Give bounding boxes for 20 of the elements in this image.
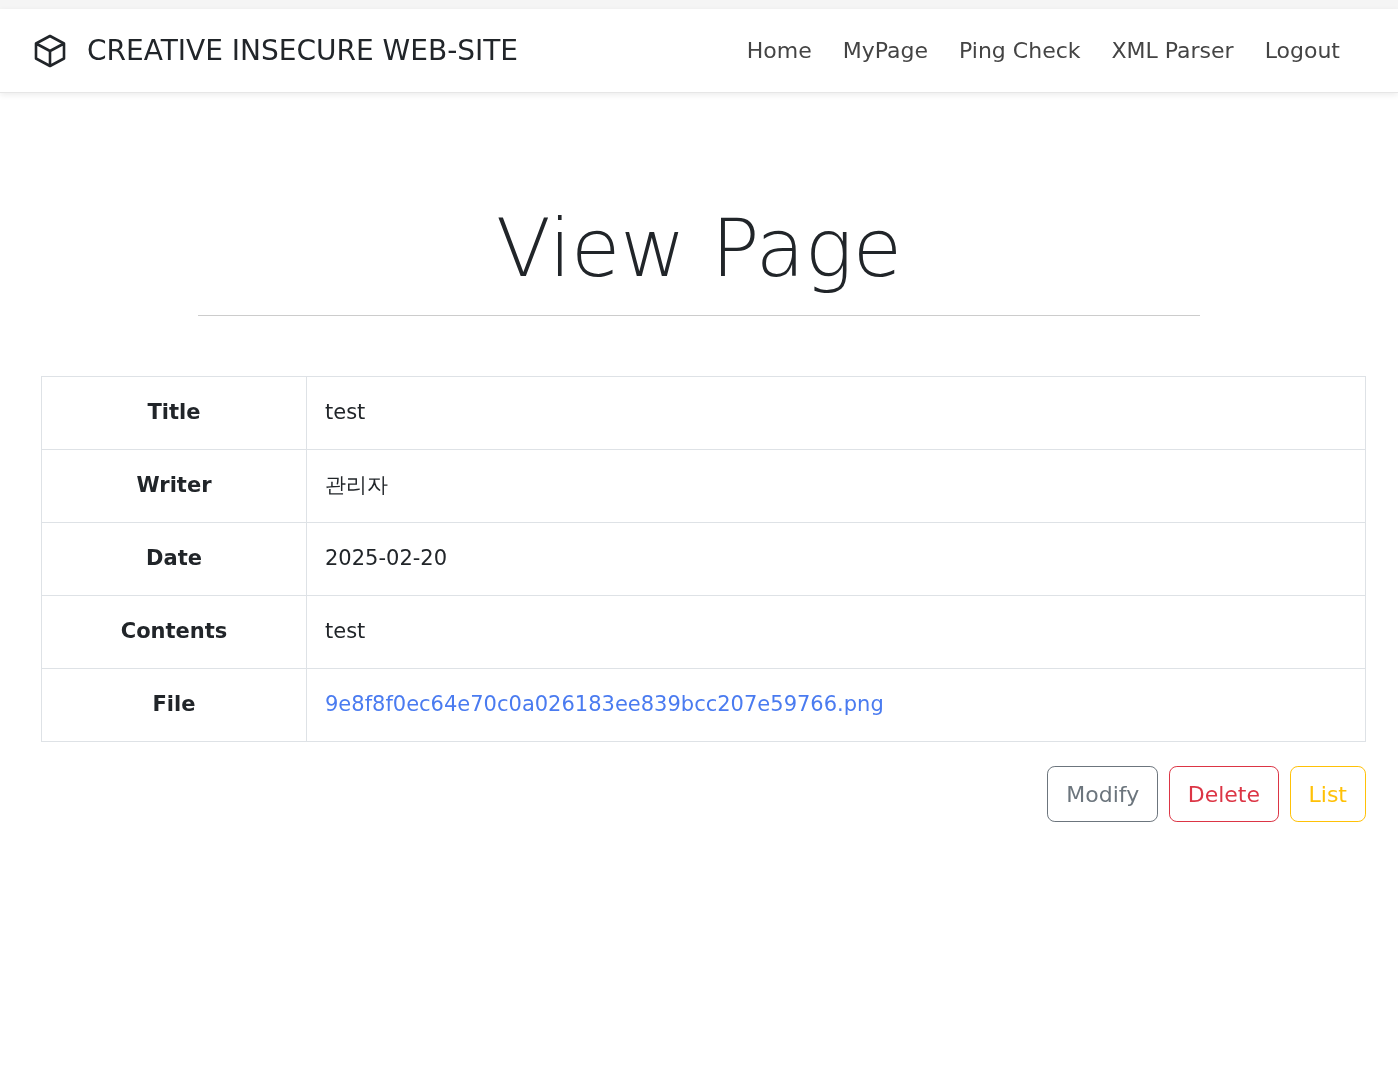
field-label: Writer bbox=[41, 449, 307, 523]
nav-link[interactable]: Home bbox=[746, 34, 812, 67]
nav-link[interactable]: Ping Check bbox=[959, 34, 1081, 67]
field-value: 관리자 bbox=[306, 449, 1366, 523]
delete-button[interactable]: Delete bbox=[1168, 766, 1280, 822]
field-value: test bbox=[306, 595, 1366, 669]
field-label: Contents bbox=[41, 595, 307, 669]
nav-link[interactable]: XML Parser bbox=[1111, 34, 1234, 67]
nav-link[interactable]: MyPage bbox=[842, 34, 929, 67]
page-title: View Page bbox=[495, 202, 903, 295]
file-link[interactable]: 9e8f8f0ec64e70c0a026183ee839bcc207e59766.png bbox=[325, 692, 884, 717]
field-value: 2025-02-20 bbox=[306, 522, 1366, 596]
nav-link[interactable]: Logout bbox=[1264, 34, 1340, 67]
site-brand[interactable]: CREATIVE INSECURE WEB-SITE bbox=[34, 29, 519, 72]
field-label: Title bbox=[41, 376, 307, 450]
field-label: File bbox=[41, 668, 307, 742]
field-value: test bbox=[306, 376, 1366, 450]
cube-icon bbox=[34, 33, 66, 68]
field-label: Date bbox=[41, 522, 307, 596]
modify-button[interactable]: Modify bbox=[1047, 766, 1159, 822]
